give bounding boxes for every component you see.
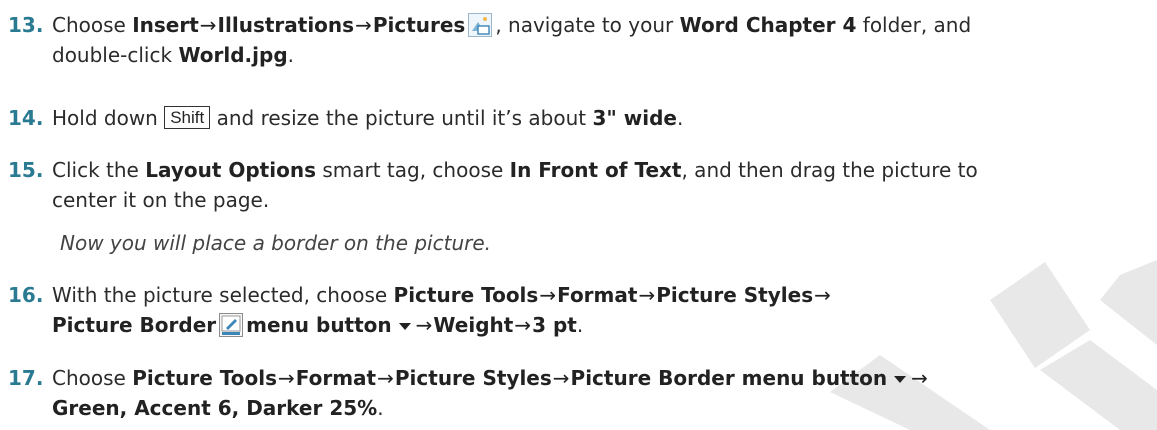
step-line: Choose Insert→Illustrations→Pictures, na…: [52, 10, 1140, 40]
step-line: Choose Picture Tools→Format→Picture Styl…: [52, 363, 1140, 393]
folder-name: Word Chapter 4: [679, 13, 857, 37]
text: Choose: [52, 366, 133, 390]
file-name: World.jpg: [178, 43, 288, 67]
text: center it on the page.: [52, 188, 270, 212]
arrow: →: [814, 283, 831, 307]
step-16: 16. With the picture selected, choose Pi…: [0, 280, 1140, 340]
text: double-click: [52, 43, 179, 67]
shift-key: Shift: [164, 106, 211, 129]
text: , navigate to your: [495, 13, 680, 37]
step-line: Green, Accent 6, Darker 25%.: [52, 393, 1140, 423]
step-number: 13.: [8, 13, 44, 37]
arrow: →: [552, 366, 570, 390]
arrow: →: [539, 283, 557, 307]
text: Click the: [52, 158, 146, 182]
instruction-note: Now you will place a border on the pictu…: [60, 231, 492, 255]
command-picture-tools: Picture Tools: [393, 283, 539, 307]
step-line: center it on the page.: [52, 185, 1140, 215]
dropdown-arrow-icon: [894, 376, 907, 383]
arrow: →: [638, 283, 656, 307]
step-line: With the picture selected, choose Pictur…: [52, 280, 1140, 310]
arrow: →: [278, 366, 295, 390]
step-line: Hold down Shift and resize the picture u…: [52, 103, 1140, 133]
text: Hold down: [52, 106, 165, 130]
command-picture-styles: Picture Styles: [656, 283, 814, 307]
command-illustrations: Illustrations: [217, 13, 355, 37]
step-number: 16.: [8, 283, 44, 307]
arrow: →: [377, 366, 394, 390]
width-value: 3" wide: [592, 106, 677, 130]
color-choice: Green, Accent 6, Darker 25%: [52, 396, 378, 420]
text: Choose: [52, 13, 133, 37]
step-14: 14. Hold down Shift and resize the pictu…: [0, 103, 1140, 133]
step-17: 17. Choose Picture Tools→Format→Picture …: [0, 363, 1140, 423]
step-15: 15. Click the Layout Options smart tag, …: [0, 155, 1140, 215]
command-format: Format: [295, 366, 377, 390]
step-line: Click the Layout Options smart tag, choo…: [52, 155, 1140, 185]
command-layout-options: Layout Options: [145, 158, 316, 182]
step-line: double-click World.jpg.: [52, 40, 1140, 70]
arrow: →: [415, 313, 433, 337]
command-in-front-of-text: In Front of Text: [509, 158, 682, 182]
dropdown-arrow-icon: [398, 323, 411, 330]
weight-value: 3 pt: [532, 313, 577, 337]
text: .: [676, 106, 684, 130]
arrow: →: [355, 13, 372, 37]
command-picture-border: Picture Border: [52, 313, 217, 337]
command-picture-tools: Picture Tools: [132, 366, 277, 390]
step-line: Picture Border menu button →Weight→3 pt.: [52, 310, 1140, 340]
command-insert: Insert: [132, 13, 199, 37]
arrow: →: [514, 313, 532, 337]
command-format: Format: [557, 283, 638, 307]
text: smart tag, choose: [315, 158, 510, 182]
step-number: 17.: [8, 366, 44, 390]
arrow: →: [199, 13, 217, 37]
arrow: →: [911, 366, 928, 390]
text: folder, and: [856, 13, 972, 37]
command-menu-button: menu button: [246, 313, 392, 337]
step-13: 13. Choose Insert→Illustrations→Pictures…: [0, 10, 1140, 70]
text: .: [287, 43, 295, 67]
pictures-icon: [468, 13, 493, 37]
command-pictures: Pictures: [372, 13, 466, 37]
text: .: [576, 313, 584, 337]
text: , and then drag the picture to: [681, 158, 978, 182]
command-picture-border-menu: Picture Border menu button: [570, 366, 888, 390]
command-picture-styles: Picture Styles: [394, 366, 552, 390]
text: and resize the picture until it’s about: [210, 106, 593, 130]
step-number: 15.: [8, 158, 44, 182]
text: With the picture selected, choose: [52, 283, 394, 307]
picture-border-icon: [219, 313, 244, 337]
text: .: [377, 396, 384, 420]
command-weight: Weight: [433, 313, 514, 337]
step-number: 14.: [8, 106, 44, 130]
